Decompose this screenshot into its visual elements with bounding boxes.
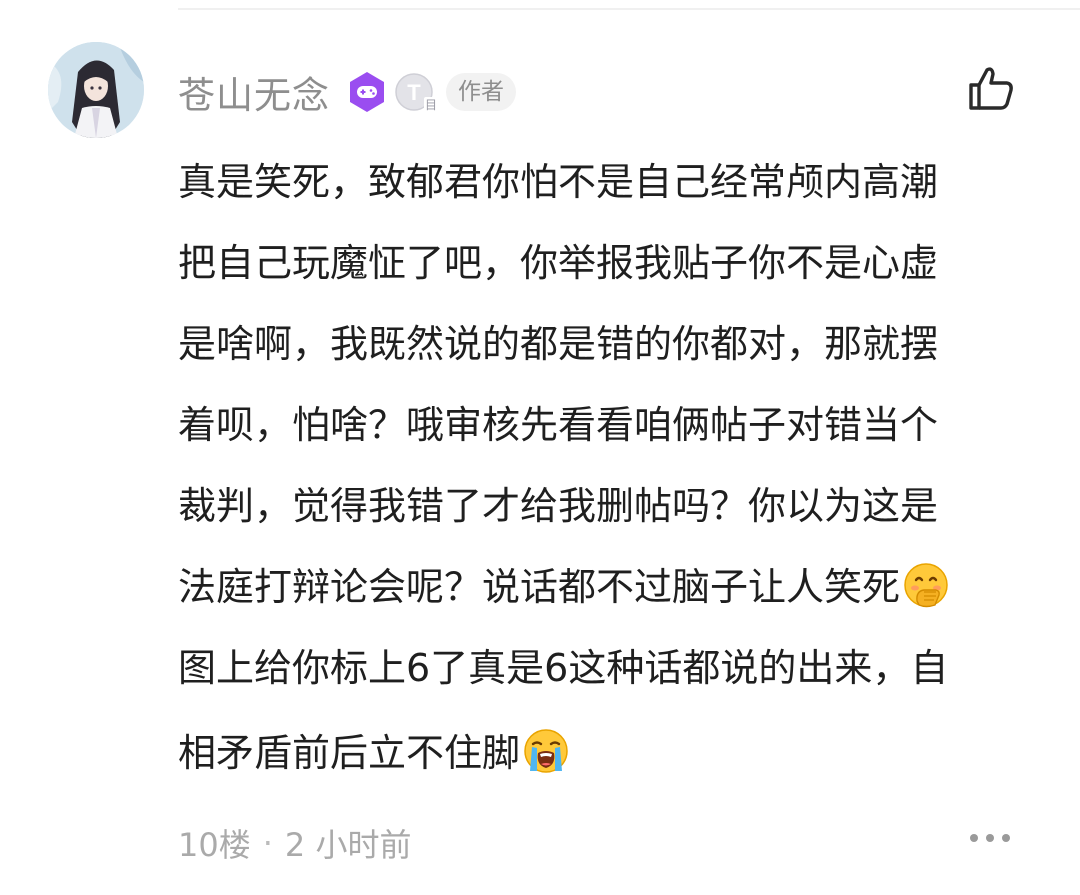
top-divider	[178, 8, 1080, 10]
avatar[interactable]	[48, 42, 144, 138]
comment-line-3: 是啥啊，我既然说的都是错的你都对，那就摆	[178, 322, 939, 366]
avatar-illustration	[48, 42, 144, 138]
post-time: 2 小时前	[284, 826, 412, 864]
floor-number: 10楼	[178, 826, 251, 864]
username[interactable]: 苍山无念	[178, 65, 330, 119]
level-badge-sub: 目	[425, 98, 437, 112]
comment-body: 真是笑死，致郁君你怕不是自己经常颅内高潮 把自己玩魔怔了吧，你举报我贴子你不是心…	[178, 142, 1038, 794]
hand-over-mouth-emoji-icon	[904, 563, 948, 608]
meta-separator: ·	[262, 824, 273, 862]
comment-line-8: 相矛盾前后立不住脚	[178, 731, 521, 775]
like-button[interactable]	[966, 64, 1016, 114]
comment-line-5: 裁判，觉得我错了才给我删帖吗？你以为这是	[178, 484, 939, 528]
comment-line-1: 真是笑死，致郁君你怕不是自己经常颅内高潮	[178, 160, 939, 204]
comment-line-4: 着呗，怕啥？哦审核先看看咱俩帖子对错当个	[178, 403, 939, 447]
gamepad-icon[interactable]	[346, 71, 388, 113]
comment-header: 苍山无念 T 目 作者	[178, 64, 516, 120]
comment-line-6: 法庭打辩论会呢？说话都不过脑子让人笑死	[178, 565, 901, 609]
comment-line-2: 把自己玩魔怔了吧，你举报我贴子你不是心虚	[178, 241, 939, 285]
level-badge-text: T	[407, 80, 421, 105]
comment-line-6-wrap: 法庭打辩论会呢？说话都不过脑子让人笑死	[178, 547, 1038, 628]
author-tag: 作者	[446, 73, 516, 111]
comment-line-7: 图上给你标上6了真是6这种话都说的出来，自	[178, 646, 949, 690]
more-button[interactable]	[966, 826, 1014, 850]
comment-meta: 10楼 · 2 小时前	[178, 820, 411, 866]
thumbs-up-icon	[969, 67, 1013, 110]
level-badge-icon[interactable]: T 目	[394, 71, 440, 113]
loudly-crying-emoji-icon	[524, 729, 568, 773]
comment-line-8-wrap: 相矛盾前后立不住脚	[178, 713, 1038, 794]
more-dots-icon	[970, 834, 1010, 842]
